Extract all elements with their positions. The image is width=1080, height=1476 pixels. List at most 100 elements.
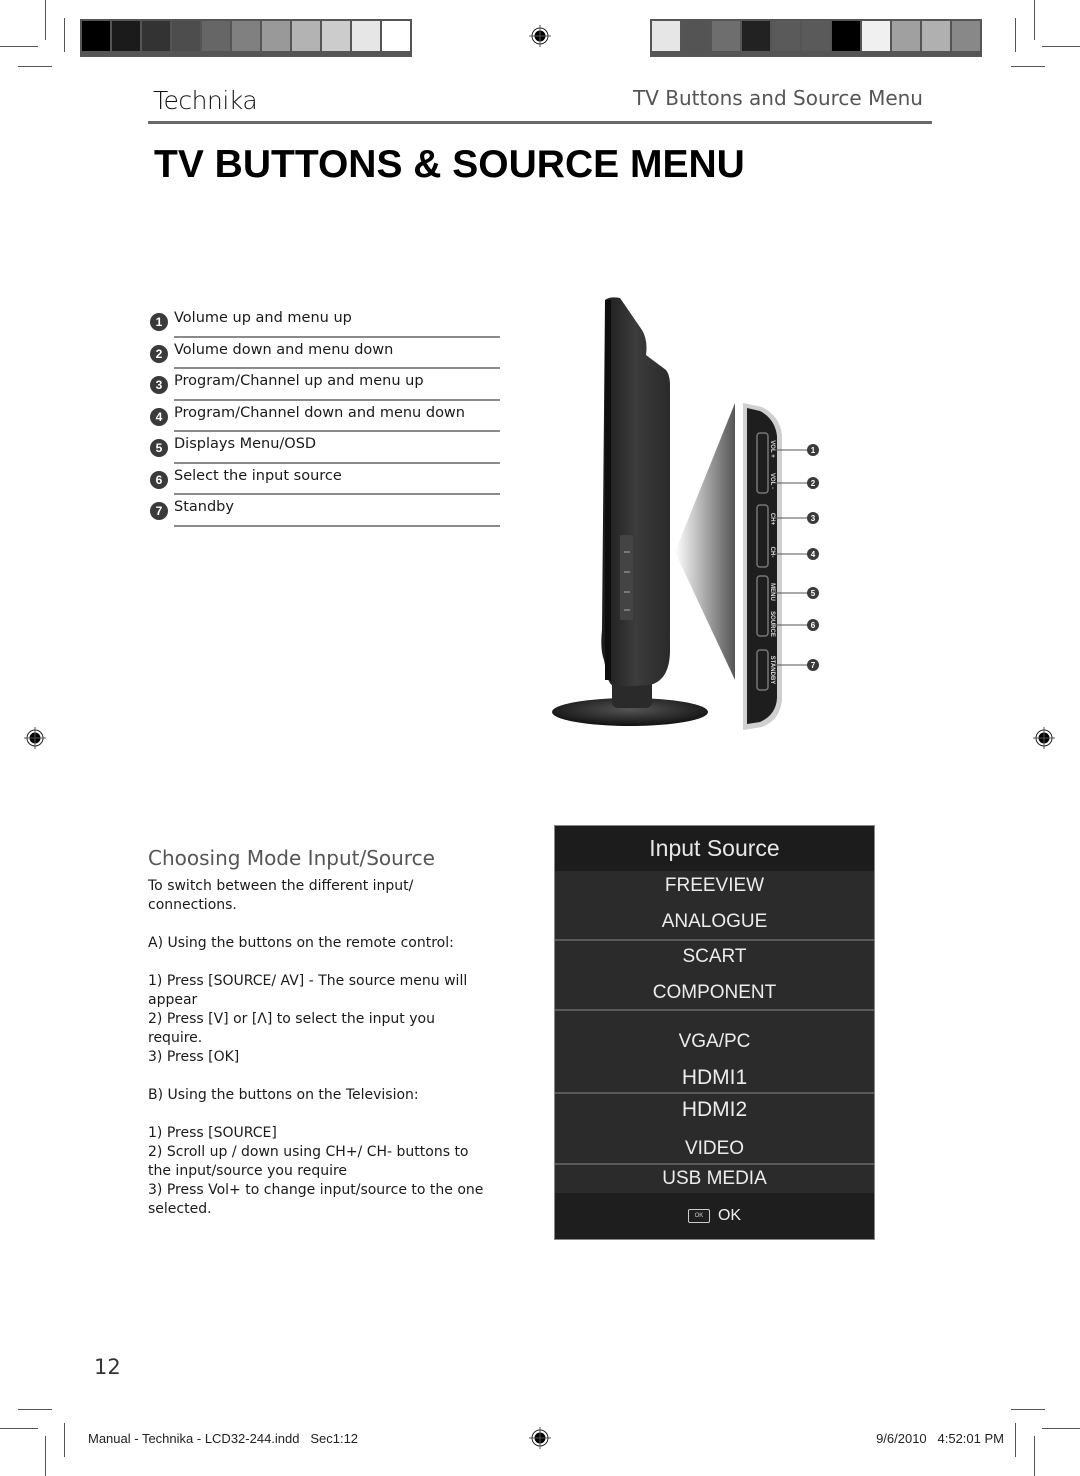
color-swatch bbox=[232, 21, 260, 51]
osd-item-hdmi2[interactable]: HDMI2 bbox=[555, 1098, 874, 1122]
legend-item: 2 Volume down and menu down bbox=[150, 338, 500, 369]
color-calibration-bar-right bbox=[650, 19, 982, 57]
number-badge: 5 bbox=[150, 439, 168, 457]
page-title: TV BUTTONS & SOURCE MENU bbox=[154, 143, 745, 186]
legend-text: Select the input source bbox=[174, 467, 342, 484]
legend-text: Volume up and menu up bbox=[174, 310, 352, 326]
legend-item: 6 Select the input source bbox=[150, 464, 500, 495]
osd-item-hdmi1[interactable]: HDMI1 bbox=[555, 1066, 874, 1090]
color-swatch bbox=[832, 21, 860, 51]
callout-badge: 2 bbox=[807, 477, 819, 489]
osd-divider bbox=[555, 1163, 874, 1165]
crop-mark bbox=[1034, 0, 1035, 40]
osd-item-video[interactable]: VIDEO bbox=[555, 1138, 874, 1160]
color-swatch bbox=[922, 21, 950, 51]
print-timestamp: 9/6/2010 4:52:01 PM bbox=[876, 1431, 1004, 1446]
crop-mark bbox=[18, 66, 52, 67]
legend-text: Program/Channel up and menu up bbox=[174, 373, 424, 389]
remote-step: 1) Press [SOURCE/ AV] - The source menu … bbox=[148, 973, 468, 1008]
panel-label-vol-down: VOL - bbox=[769, 473, 775, 489]
crop-mark bbox=[1015, 18, 1016, 52]
osd-item-component[interactable]: COMPONENT bbox=[555, 982, 874, 1004]
intro-text: To switch between the different input/ c… bbox=[148, 878, 414, 913]
crop-mark bbox=[18, 1409, 52, 1410]
ok-label: OK bbox=[717, 1207, 742, 1224]
color-swatch bbox=[862, 21, 890, 51]
color-swatch bbox=[712, 21, 740, 51]
remote-step: 2) Press [V] or [Λ] to select the input … bbox=[148, 1011, 435, 1046]
crop-mark bbox=[1034, 1436, 1035, 1476]
input-source-osd: Input Source FREEVIEW ANALOGUE SCART COM… bbox=[554, 825, 875, 1240]
callout-badge: 6 bbox=[807, 619, 819, 631]
legend-item: 4 Program/Channel down and menu down bbox=[150, 401, 500, 432]
color-swatch bbox=[142, 21, 170, 51]
osd-item-vga-pc[interactable]: VGA/PC bbox=[555, 1031, 874, 1053]
panel-label-vol-up: VOL + bbox=[769, 440, 775, 458]
section-header: TV Buttons and Source Menu bbox=[633, 86, 923, 110]
tv-button-cluster bbox=[620, 535, 633, 620]
header-divider bbox=[148, 121, 932, 124]
panel-label-ch-down: CH- bbox=[769, 546, 775, 558]
ok-key-icon: OK bbox=[687, 1209, 710, 1223]
page-number: 12 bbox=[94, 1355, 121, 1379]
legend-item: 7 Standby bbox=[150, 495, 500, 527]
crop-mark bbox=[0, 46, 38, 47]
tv-step: 1) Press [SOURCE] bbox=[148, 1125, 277, 1141]
crop-mark bbox=[64, 1423, 65, 1457]
divider bbox=[174, 524, 500, 527]
tv-body bbox=[601, 297, 670, 687]
callout-badge: 5 bbox=[807, 587, 819, 599]
registration-mark-icon bbox=[24, 727, 46, 749]
panel-label-ch-up: CH+ bbox=[769, 512, 775, 526]
crop-mark bbox=[1015, 1423, 1016, 1457]
color-swatch bbox=[112, 21, 140, 51]
osd-divider bbox=[555, 1009, 874, 1011]
remote-step: 3) Press [OK] bbox=[148, 1049, 240, 1065]
legend-text: Program/Channel down and menu down bbox=[174, 404, 465, 421]
callout-badge: 3 bbox=[807, 512, 819, 524]
crop-mark bbox=[1011, 1409, 1045, 1410]
number-badge: 2 bbox=[150, 344, 168, 363]
brand-logo: Technika bbox=[153, 86, 258, 115]
instructions: To switch between the different input/ c… bbox=[148, 877, 493, 1219]
osd-item-usb-media[interactable]: USB MEDIA bbox=[555, 1168, 874, 1190]
tv-side-view-image bbox=[552, 297, 808, 730]
crop-mark bbox=[45, 1436, 46, 1476]
legend-item: 1 Volume up and menu up bbox=[150, 306, 500, 338]
legend-item: 5 Displays Menu/OSD bbox=[150, 432, 500, 464]
crop-mark bbox=[0, 1428, 38, 1429]
color-swatch bbox=[682, 21, 710, 51]
legend-text: Displays Menu/OSD bbox=[174, 436, 317, 452]
tv-step: 3) Press Vol+ to change input/source to … bbox=[148, 1182, 484, 1217]
callout-badge: 7 bbox=[807, 659, 819, 671]
color-calibration-bar-left bbox=[80, 19, 412, 57]
osd-divider bbox=[555, 1092, 874, 1094]
tv-screen-edge bbox=[605, 300, 611, 680]
tv-step: 2) Scroll up / down using CH+/ CH- butto… bbox=[148, 1144, 469, 1179]
color-swatch bbox=[382, 21, 410, 51]
osd-footer: OK OK bbox=[555, 1193, 874, 1239]
color-swatch bbox=[202, 21, 230, 51]
registration-mark-icon bbox=[529, 25, 551, 47]
color-swatch bbox=[772, 21, 800, 51]
callout-badge: 4 bbox=[807, 548, 819, 560]
osd-item-analogue[interactable]: ANALOGUE bbox=[555, 911, 874, 933]
crop-mark bbox=[64, 18, 65, 52]
color-swatch bbox=[652, 21, 680, 51]
legend-text: Volume down and menu down bbox=[174, 341, 394, 358]
osd-divider bbox=[555, 939, 874, 941]
legend-text: Standby bbox=[174, 499, 234, 515]
remote-heading: A) Using the buttons on the remote contr… bbox=[148, 935, 454, 951]
number-badge: 1 bbox=[150, 313, 168, 331]
osd-item-scart[interactable]: SCART bbox=[555, 946, 874, 968]
crop-mark bbox=[45, 0, 46, 40]
callout-badge: 1 bbox=[807, 444, 819, 456]
osd-item-freeview[interactable]: FREEVIEW bbox=[555, 875, 874, 897]
color-swatch bbox=[742, 21, 770, 51]
section-subheading: Choosing Mode Input/Source bbox=[148, 846, 435, 870]
color-swatch bbox=[892, 21, 920, 51]
registration-mark-icon bbox=[529, 1427, 551, 1449]
number-badge: 6 bbox=[150, 470, 168, 489]
panel-label-menu: MENU bbox=[769, 583, 775, 601]
panel-label-source: SOURCE bbox=[769, 611, 775, 637]
